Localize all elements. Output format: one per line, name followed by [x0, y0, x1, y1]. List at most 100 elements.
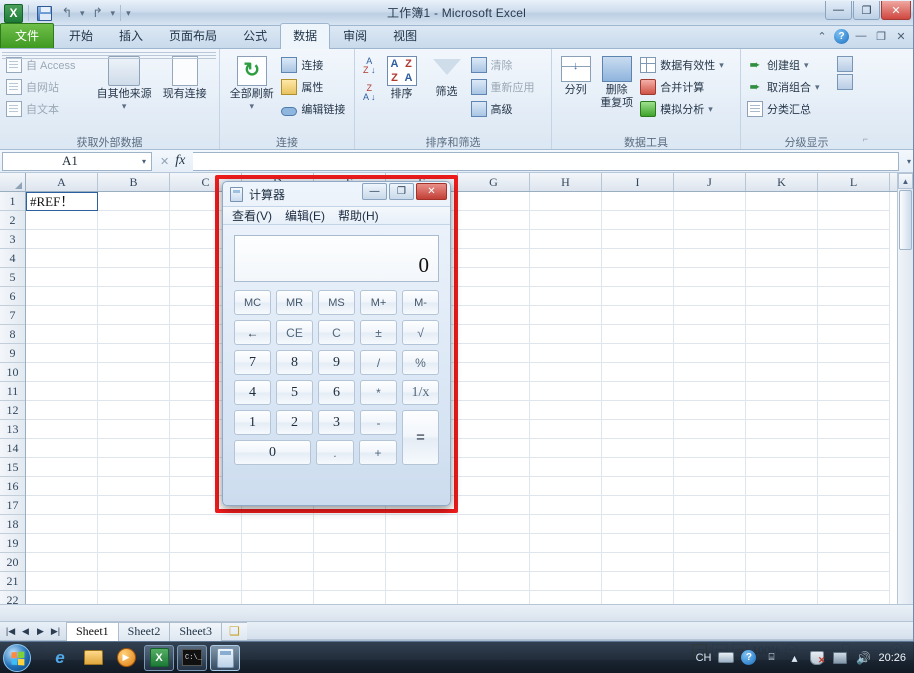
chevron-down-icon[interactable]: ▾ — [708, 104, 713, 115]
sheet-tab-sheet3[interactable]: Sheet3 — [169, 621, 223, 641]
row-header-18[interactable]: 18 — [0, 515, 25, 534]
cell-l1[interactable] — [818, 192, 890, 211]
cell-h12[interactable] — [530, 401, 602, 420]
cell-f22[interactable] — [386, 591, 458, 604]
key-plus-minus[interactable]: ± — [360, 320, 397, 345]
consolidate-button[interactable]: 合并计算 — [638, 77, 736, 97]
cell-i11[interactable] — [602, 382, 674, 401]
row-header-10[interactable]: 10 — [0, 363, 25, 382]
scroll-up-button[interactable]: ▲ — [898, 173, 913, 189]
from-text-button[interactable]: 自文本 — [4, 99, 94, 119]
key-c[interactable]: C — [318, 320, 355, 345]
cell-b9[interactable] — [98, 344, 170, 363]
row-header-22[interactable]: 22 — [0, 591, 25, 604]
key-plus[interactable]: + — [358, 440, 397, 465]
cell-a2[interactable] — [26, 211, 98, 230]
calculator-close-button[interactable]: ✕ — [416, 183, 447, 200]
cell-a18[interactable] — [26, 515, 98, 534]
cell-a19[interactable] — [26, 534, 98, 553]
row-header-16[interactable]: 16 — [0, 477, 25, 496]
cell-k10[interactable] — [746, 363, 818, 382]
row-header-1[interactable]: 1 — [0, 192, 25, 211]
cell-h15[interactable] — [530, 458, 602, 477]
tab-formulas[interactable]: 公式 — [230, 23, 280, 48]
cell-j15[interactable] — [674, 458, 746, 477]
cell-h1[interactable] — [530, 192, 602, 211]
cell-j3[interactable] — [674, 230, 746, 249]
minimize-button[interactable]: — — [825, 1, 852, 20]
group-button[interactable]: ➨ 创建组 ▾ — [745, 55, 837, 75]
cell-j10[interactable] — [674, 363, 746, 382]
cell-a10[interactable] — [26, 363, 98, 382]
cell-b7[interactable] — [98, 306, 170, 325]
row-header-19[interactable]: 19 — [0, 534, 25, 553]
prev-sheet-icon[interactable]: ◀ — [19, 626, 32, 637]
filter-button[interactable]: 筛选 — [425, 54, 469, 101]
cell-b8[interactable] — [98, 325, 170, 344]
cell-f20[interactable] — [386, 553, 458, 572]
subtotal-button[interactable]: 分类汇总 — [745, 99, 837, 119]
column-header-h[interactable]: H — [530, 173, 602, 191]
cell-g5[interactable] — [458, 268, 530, 287]
cell-l5[interactable] — [818, 268, 890, 287]
chevron-down-icon[interactable]: ▾ — [137, 157, 151, 166]
cell-f21[interactable] — [386, 572, 458, 591]
cell-h10[interactable] — [530, 363, 602, 382]
row-header-7[interactable]: 7 — [0, 306, 25, 325]
sheet-nav-buttons[interactable]: |◀ ◀ ▶ ▶| — [0, 626, 66, 637]
cell-g18[interactable] — [458, 515, 530, 534]
cell-b14[interactable] — [98, 439, 170, 458]
cell-h17[interactable] — [530, 496, 602, 515]
cell-l10[interactable] — [818, 363, 890, 382]
chevron-down-icon[interactable]: ▾ — [804, 60, 809, 71]
key-divide[interactable]: / — [360, 350, 397, 375]
cell-a8[interactable] — [26, 325, 98, 344]
cell-k8[interactable] — [746, 325, 818, 344]
row-header-17[interactable]: 17 — [0, 496, 25, 515]
tab-page-layout[interactable]: 页面布局 — [156, 23, 230, 48]
cell-h7[interactable] — [530, 306, 602, 325]
cell-l17[interactable] — [818, 496, 890, 515]
tab-review[interactable]: 审阅 — [330, 23, 380, 48]
cell-j12[interactable] — [674, 401, 746, 420]
cell-g10[interactable] — [458, 363, 530, 382]
cell-i18[interactable] — [602, 515, 674, 534]
cell-i17[interactable] — [602, 496, 674, 515]
sort-button[interactable]: AZZA 排序 — [379, 54, 425, 103]
key-mr[interactable]: MR — [276, 290, 313, 315]
help-icon[interactable]: ? — [834, 28, 849, 44]
cell-h11[interactable] — [530, 382, 602, 401]
cell-b21[interactable] — [98, 572, 170, 591]
cell-g12[interactable] — [458, 401, 530, 420]
key-decimal[interactable]: . — [315, 440, 354, 465]
next-sheet-icon[interactable]: ▶ — [34, 626, 47, 637]
key-sqrt[interactable]: √ — [402, 320, 439, 345]
connections-button[interactable]: 连接 — [279, 55, 350, 75]
cell-g19[interactable] — [458, 534, 530, 553]
calculator-maximize-button[interactable]: ❐ — [389, 183, 414, 200]
key-reciprocal[interactable]: 1/x — [402, 380, 439, 405]
cell-g8[interactable] — [458, 325, 530, 344]
key-6[interactable]: 6 — [318, 380, 355, 405]
name-box[interactable]: A1 ▾ — [2, 151, 152, 171]
cell-l19[interactable] — [818, 534, 890, 553]
row-header-13[interactable]: 13 — [0, 420, 25, 439]
cell-j9[interactable] — [674, 344, 746, 363]
hide-detail-icon[interactable] — [837, 74, 853, 90]
cell-d19[interactable] — [242, 534, 314, 553]
chevron-down-icon[interactable]: ▾ — [719, 60, 724, 71]
cell-h22[interactable] — [530, 591, 602, 604]
column-header-l[interactable]: L — [818, 173, 890, 191]
cell-i12[interactable] — [602, 401, 674, 420]
chevron-down-icon[interactable]: ▾ — [249, 101, 254, 111]
cell-j13[interactable] — [674, 420, 746, 439]
menu-help[interactable]: 帮助(H) — [338, 207, 379, 224]
cell-f19[interactable] — [386, 534, 458, 553]
sheet-tab-sheet2[interactable]: Sheet2 — [117, 621, 171, 641]
cell-c19[interactable] — [170, 534, 242, 553]
row-header-21[interactable]: 21 — [0, 572, 25, 591]
calculator-taskbar-icon[interactable] — [210, 644, 240, 671]
cell-l21[interactable] — [818, 572, 890, 591]
cell-e19[interactable] — [314, 534, 386, 553]
cell-h6[interactable] — [530, 287, 602, 306]
